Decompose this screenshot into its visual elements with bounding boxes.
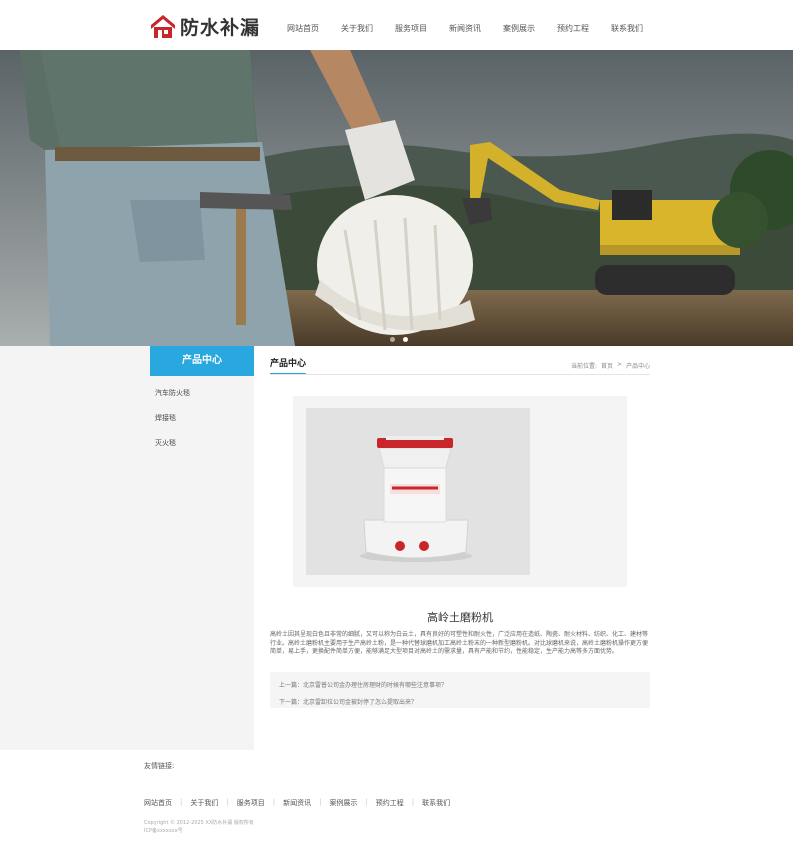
hero-banner bbox=[0, 50, 793, 346]
banner-dot-1[interactable] bbox=[390, 337, 395, 342]
footer-nav-about[interactable]: 关于我们 bbox=[190, 798, 218, 808]
site-logo[interactable]: 防水补漏 bbox=[150, 12, 260, 40]
product-photo bbox=[306, 408, 530, 575]
article-navigation: 上一篇：北京雷普公司金办理住房理财的时候有哪些注意事项？ 下一篇：北京雷卸拉公司… bbox=[270, 672, 650, 708]
footer-nav-cases[interactable]: 案例展示 bbox=[329, 798, 357, 808]
house-logo-icon bbox=[151, 15, 175, 38]
sidebar-item-car-fire-blanket[interactable]: 汽车防火毯 bbox=[150, 376, 254, 401]
breadcrumb-sep: > bbox=[617, 361, 623, 368]
product-name: 高岭土磨粉机 bbox=[427, 611, 493, 624]
main-nav: 网站首页 关于我们 服务项目 新闻资讯 案例展示 预约工程 联系我们 bbox=[276, 0, 654, 50]
footer-nav-news[interactable]: 新闻资讯 bbox=[283, 798, 311, 808]
footer-nav-home[interactable]: 网站首页 bbox=[144, 798, 172, 808]
banner-dot-2[interactable] bbox=[403, 337, 408, 342]
sidebar-list: 汽车防火毯 焊接毯 灭火毯 bbox=[150, 376, 254, 451]
footer-nav: 网站首页 | 关于我们 | 服务项目 | 新闻资讯 | 案例展示 | 预约工程 | 联系我们 bbox=[144, 798, 458, 808]
footer-nav-booking[interactable]: 预约工程 bbox=[376, 798, 404, 808]
logo-text: 防水补漏 bbox=[180, 16, 261, 39]
copyright: Copyright © 2012-2025 XX防水补漏 版权所有 ICP备xx… bbox=[144, 819, 254, 835]
breadcrumb-current[interactable]: 产品中心 bbox=[626, 361, 650, 370]
nav-item-booking[interactable]: 预约工程 bbox=[546, 0, 600, 50]
footer-separator: | bbox=[365, 798, 368, 806]
banner-image bbox=[0, 50, 793, 346]
sidebar-item-fire-blanket[interactable]: 灭火毯 bbox=[150, 426, 254, 451]
nav-item-news[interactable]: 新闻资讯 bbox=[438, 0, 492, 50]
page-title: 产品中心 bbox=[270, 356, 307, 375]
next-article-link[interactable]: 下一篇：北京雷卸拉公司金被封停了怎么提取出来？ bbox=[279, 697, 417, 706]
icp-text: ICP备xxxxxxx号 bbox=[144, 828, 183, 834]
footer-separator: | bbox=[272, 798, 276, 806]
grinding-mill-image bbox=[306, 408, 530, 575]
breadcrumb: 当前位置: 首页 > 产品中心 bbox=[571, 361, 650, 370]
nav-item-home[interactable]: 网站首页 bbox=[276, 0, 330, 50]
copyright-text: Copyright © 2012-2025 XX防水补漏 版权所有 bbox=[144, 820, 254, 826]
footer-nav-services[interactable]: 服务项目 bbox=[237, 798, 265, 808]
footer-separator: | bbox=[319, 798, 322, 806]
nav-item-about[interactable]: 关于我们 bbox=[330, 0, 384, 50]
site-header: 防水补漏 网站首页 关于我们 服务项目 新闻资讯 案例展示 预约工程 联系我们 bbox=[0, 0, 800, 50]
prev-article-link[interactable]: 上一篇：北京雷普公司金办理住房理财的时候有哪些注意事项？ bbox=[279, 680, 447, 689]
sidebar-title: 产品中心 bbox=[150, 346, 254, 376]
product-description: 高岭土因其呈现白色且非常的细腻，又可以称为白云土，具有良好的可塑性和耐火性，广泛… bbox=[270, 631, 649, 655]
nav-item-services[interactable]: 服务项目 bbox=[384, 0, 438, 50]
nav-item-contact[interactable]: 联系我们 bbox=[600, 0, 654, 50]
friend-links-label: 友情链接: bbox=[144, 762, 175, 770]
nav-item-cases[interactable]: 案例展示 bbox=[492, 0, 546, 50]
title-divider bbox=[270, 374, 650, 375]
sidebar-item-welding-blanket[interactable]: 焊接毯 bbox=[150, 401, 254, 426]
footer-separator: | bbox=[411, 798, 415, 806]
footer-separator: | bbox=[180, 798, 183, 806]
breadcrumb-prefix: 当前位置: bbox=[571, 363, 598, 370]
footer-nav-contact[interactable]: 联系我们 bbox=[422, 798, 450, 808]
footer-separator: | bbox=[226, 798, 229, 806]
breadcrumb-home[interactable]: 首页 bbox=[601, 361, 613, 370]
banner-pagination bbox=[390, 337, 408, 342]
